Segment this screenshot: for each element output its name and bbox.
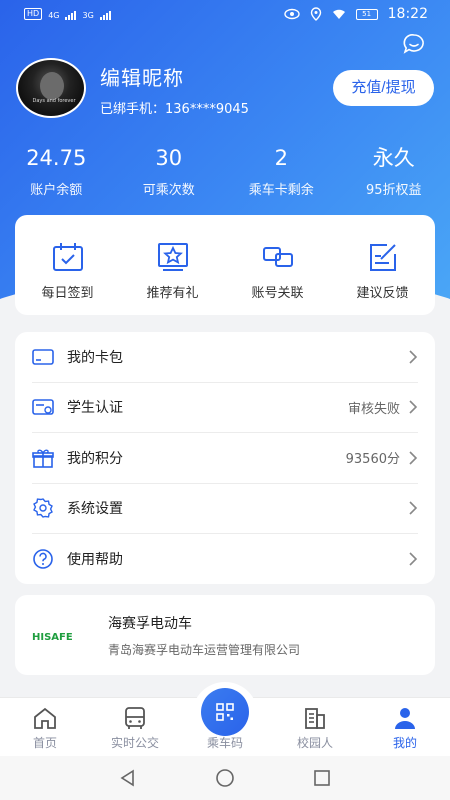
recharge-withdraw-button[interactable]: 充值/提现 bbox=[333, 70, 434, 106]
menu-item-help[interactable]: 使用帮助 bbox=[32, 534, 418, 585]
tab-label: 我的 bbox=[392, 736, 417, 750]
help-icon bbox=[33, 549, 53, 570]
avatar[interactable]: Days and forever bbox=[16, 58, 86, 118]
company-info-card[interactable]: HISAFE 海赛孚电动车 青岛海赛孚电动车运营管理有限公司 bbox=[15, 595, 435, 675]
signal-icon bbox=[65, 11, 77, 20]
quick-action-label: 账号关联 bbox=[251, 286, 304, 301]
chevron-right-icon bbox=[409, 552, 418, 566]
referral-reward-button[interactable]: 推荐有礼 bbox=[120, 215, 225, 315]
menu-item-label: 系统设置 bbox=[67, 501, 123, 518]
menu-item-label: 我的积分 bbox=[67, 450, 123, 467]
tab-label: 乘车码 bbox=[206, 736, 243, 750]
verify-status: 审核失败 bbox=[347, 401, 400, 417]
back-icon[interactable] bbox=[119, 769, 137, 787]
menu-item-card-wallet[interactable]: 我的卡包 bbox=[32, 332, 418, 383]
menu-item-student-verify[interactable]: 学生认证 审核失败 bbox=[32, 383, 418, 433]
tab-mine[interactable]: 我的 bbox=[360, 698, 450, 756]
bound-phone: 已绑手机：136****9045 bbox=[100, 102, 249, 117]
location-icon bbox=[310, 7, 321, 21]
stat-label: 账户余额 bbox=[30, 183, 83, 198]
stat-value: 2 bbox=[274, 146, 288, 170]
home-icon bbox=[34, 707, 56, 729]
quick-actions-card: 每日签到 推荐有礼 账号关联 建议反馈 bbox=[15, 215, 435, 315]
avatar-face bbox=[40, 72, 64, 100]
chevron-right-icon bbox=[409, 350, 418, 364]
menu-list: 我的卡包 学生认证 审核失败 我的积分 93560分 系统设置 使用帮助 bbox=[15, 332, 435, 584]
clock: 18:22 bbox=[387, 6, 428, 22]
nickname[interactable]: 编辑昵称 bbox=[100, 62, 184, 91]
person-icon bbox=[395, 708, 415, 729]
chevron-right-icon bbox=[409, 451, 418, 465]
card-icon bbox=[32, 348, 54, 365]
tab-label: 首页 bbox=[32, 736, 57, 750]
wifi-icon bbox=[332, 9, 345, 19]
tab-ride-code[interactable] bbox=[201, 688, 249, 736]
home-circle-icon[interactable] bbox=[215, 768, 235, 788]
gift-icon bbox=[32, 449, 54, 468]
chevron-right-icon bbox=[409, 400, 418, 414]
building-icon bbox=[305, 708, 325, 729]
avatar-caption: Days and forever bbox=[32, 98, 76, 104]
bus-icon bbox=[125, 707, 145, 729]
tab-campus[interactable]: 校园人 bbox=[270, 698, 360, 756]
stat-discount[interactable]: 永久 95折权益 bbox=[338, 145, 450, 198]
quick-action-label: 建议反馈 bbox=[356, 286, 409, 301]
tab-realtime-bus[interactable]: 实时公交 bbox=[90, 698, 180, 756]
stat-value: 24.75 bbox=[26, 146, 87, 170]
recent-apps-icon[interactable] bbox=[313, 769, 331, 787]
calendar-check-icon bbox=[52, 243, 83, 271]
menu-item-points[interactable]: 我的积分 93560分 bbox=[32, 433, 418, 484]
stat-cards[interactable]: 2 乘车卡剩余 bbox=[225, 145, 338, 198]
id-card-icon bbox=[32, 399, 54, 416]
link-icon bbox=[262, 247, 293, 267]
quick-action-label: 推荐有礼 bbox=[146, 286, 199, 301]
chevron-right-icon bbox=[409, 501, 418, 515]
company-subtitle: 青岛海赛孚电动车运营管理有限公司 bbox=[108, 642, 301, 657]
tab-label: 实时公交 bbox=[110, 736, 159, 750]
points-value: 93560分 bbox=[345, 452, 400, 468]
hisafe-logo: HISAFE bbox=[32, 632, 73, 643]
network-4g-label: 4G bbox=[48, 11, 60, 20]
signal-icon-2 bbox=[99, 11, 111, 20]
account-stats: 24.75 账户余额 30 可乘次数 2 乘车卡剩余 永久 95折权益 bbox=[0, 145, 450, 198]
network-3g-label: 3G bbox=[82, 11, 94, 20]
status-bar: HD 4G 3G 51 18:22 bbox=[0, 0, 450, 32]
account-link-button[interactable]: 账号关联 bbox=[225, 215, 330, 315]
eye-icon bbox=[283, 8, 300, 20]
gear-icon bbox=[33, 498, 53, 519]
menu-item-label: 使用帮助 bbox=[67, 552, 123, 569]
hd-badge: HD bbox=[24, 8, 43, 20]
menu-item-label: 我的卡包 bbox=[67, 349, 123, 366]
edit-note-icon bbox=[369, 244, 396, 271]
stat-label: 95折权益 bbox=[365, 183, 422, 198]
stat-balance[interactable]: 24.75 账户余额 bbox=[0, 145, 113, 198]
battery-icon: 51 bbox=[355, 8, 378, 20]
stat-rides[interactable]: 30 可乘次数 bbox=[113, 145, 226, 198]
stat-label: 可乘次数 bbox=[142, 183, 195, 198]
tab-label: 校园人 bbox=[296, 736, 333, 750]
customer-service-icon[interactable] bbox=[402, 32, 426, 56]
star-badge-icon bbox=[157, 243, 188, 271]
company-name: 海赛孚电动车 bbox=[108, 615, 192, 632]
menu-item-settings[interactable]: 系统设置 bbox=[32, 484, 418, 534]
daily-checkin-button[interactable]: 每日签到 bbox=[15, 215, 120, 315]
tab-home[interactable]: 首页 bbox=[0, 698, 90, 756]
logo-text: HISAFE bbox=[32, 632, 73, 643]
stat-value: 永久 bbox=[372, 146, 415, 170]
stat-value: 30 bbox=[155, 146, 183, 170]
qr-icon bbox=[216, 703, 234, 721]
feedback-button[interactable]: 建议反馈 bbox=[330, 215, 435, 315]
quick-action-label: 每日签到 bbox=[41, 286, 94, 301]
system-nav-bar bbox=[0, 756, 450, 800]
stat-label: 乘车卡剩余 bbox=[248, 183, 314, 198]
menu-item-label: 学生认证 bbox=[67, 400, 123, 417]
